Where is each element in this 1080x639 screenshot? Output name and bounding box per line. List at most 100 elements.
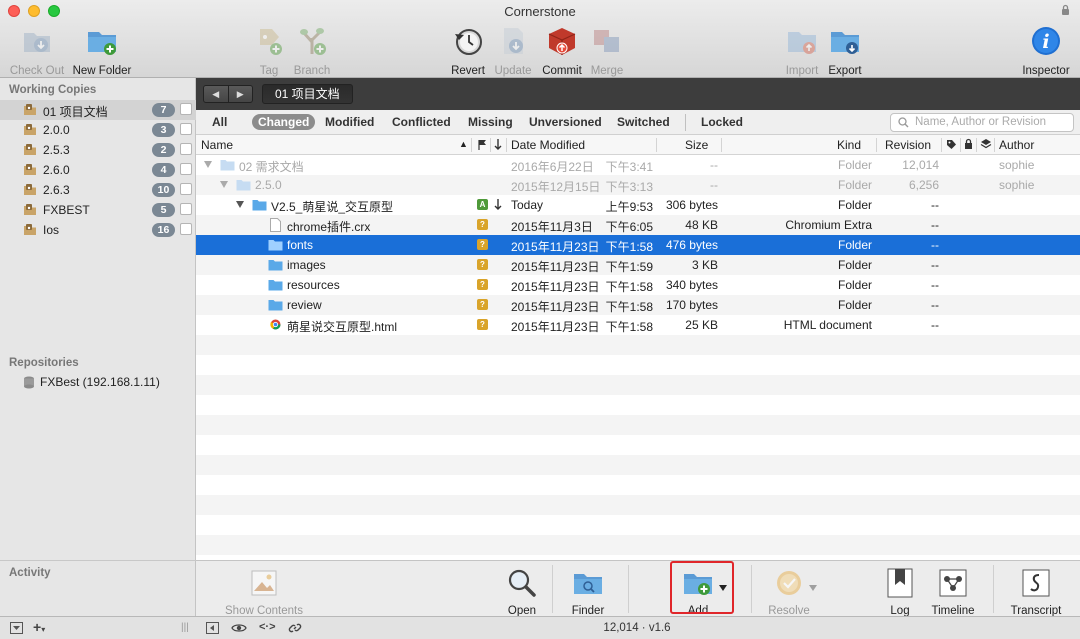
tag-button[interactable]: Tag [252, 24, 286, 77]
file-row[interactable]: review? 2015年11月23日 下午1:58 170 bytes Folder -… [196, 295, 1080, 315]
filter-conflicted[interactable]: Conflicted [392, 115, 451, 129]
update-icon [504, 28, 523, 54]
file-author: sophie [999, 178, 1035, 192]
col-author[interactable]: Author [999, 138, 1034, 152]
file-author: sophie [999, 158, 1035, 172]
export-button[interactable]: Export [825, 24, 865, 77]
file-kind: Folder [837, 258, 872, 272]
timeline-button[interactable]: Timeline [929, 567, 977, 617]
revert-button[interactable]: Revert [449, 24, 487, 77]
update-button[interactable]: Update [492, 24, 534, 77]
search-input[interactable]: Name, Author or Revision [890, 113, 1074, 132]
forward-icon[interactable]: ▶ [229, 86, 253, 102]
layers-icon[interactable] [980, 138, 992, 150]
update-status-icon[interactable] [494, 138, 502, 151]
working-copy-label: 01 项目文档 [43, 105, 108, 119]
working-copy-checkbox[interactable] [180, 223, 192, 235]
working-copy-item[interactable]: 2.5.3 2 [0, 140, 196, 160]
filter-all[interactable]: All [212, 115, 227, 129]
check-out-button[interactable]: Check Out [8, 24, 66, 77]
col-size[interactable]: Size [685, 138, 708, 152]
sort-ascending-icon[interactable]: ▲ [459, 139, 468, 149]
col-name[interactable]: Name [201, 138, 233, 152]
unversioned-status-icon: ? [477, 219, 488, 230]
disclosure-triangle-icon[interactable] [236, 201, 244, 208]
file-size: -- [710, 178, 718, 192]
show-contents-button[interactable]: Show Contents [222, 567, 306, 617]
empty-row [196, 455, 1080, 475]
working-copy-checkbox[interactable] [180, 203, 192, 215]
working-copy-item[interactable]: 2.6.0 4 [0, 160, 196, 180]
inspector-button[interactable]: i Inspector [1018, 24, 1074, 77]
disclosure-triangle-icon[interactable] [204, 161, 212, 168]
file-name: V2.5_萌星说_交互原型 [271, 200, 394, 214]
empty-row [196, 415, 1080, 435]
working-copy-item[interactable]: 2.0.0 3 [0, 120, 196, 140]
lock-column-icon[interactable] [964, 138, 973, 150]
resolve-dropdown-icon[interactable] [809, 585, 817, 591]
flag-icon[interactable] [477, 139, 487, 150]
finder-button[interactable]: Finder [566, 567, 610, 617]
working-copy-checkbox[interactable] [180, 103, 192, 115]
transcript-button[interactable]: Transcript [1008, 567, 1064, 617]
resolve-button[interactable]: Resolve [766, 567, 812, 617]
filter-switched[interactable]: Switched [617, 115, 670, 129]
database-icon [24, 376, 34, 388]
file-row[interactable]: 02 需求文档 2016年6月22日 下午3:41 -- Folder 12,014 sop… [196, 155, 1080, 175]
working-copy-checkbox[interactable] [180, 143, 192, 155]
new-folder-button[interactable]: New Folder [70, 24, 134, 77]
filter-modified[interactable]: Modified [325, 115, 374, 129]
info-icon: i [1032, 27, 1060, 55]
file-revision: 6,256 [908, 178, 939, 192]
file-time: 下午3:13 [605, 180, 653, 194]
filter-changed[interactable]: Changed [252, 114, 316, 130]
working-copy-checkbox[interactable] [180, 163, 192, 175]
col-date-modified[interactable]: Date Modified [511, 138, 585, 152]
log-button[interactable]: Log [884, 567, 916, 617]
file-row[interactable]: chrome插件.crx? 2015年11月3日 下午6:05 48 KB Chromi… [196, 215, 1080, 235]
repository-item[interactable]: FXBest (192.168.1.11) [23, 375, 160, 389]
tag-column-icon[interactable] [946, 139, 957, 150]
file-row[interactable]: 萌星说交互原型.html? 2015年11月23日 下午1:58 25 KB HTML … [196, 315, 1080, 335]
col-kind[interactable]: Kind [837, 138, 861, 152]
working-copy-item[interactable]: FXBEST 5 [0, 200, 196, 220]
revert-label: Revert [451, 65, 485, 77]
back-icon[interactable]: ◀ [204, 86, 229, 102]
file-size: 306 bytes [665, 198, 718, 212]
merge-button[interactable]: Merge [588, 24, 626, 77]
col-revision[interactable]: Revision [885, 138, 931, 152]
revert-icon [455, 29, 482, 55]
working-copy-checkbox[interactable] [180, 123, 192, 135]
sidebar: Working Copies 01 项目文档 7 2.0.0 3 2.5.3 2 2.6.0… [0, 78, 196, 616]
import-button[interactable]: Import [782, 24, 822, 77]
lock-icon[interactable] [1061, 4, 1070, 15]
branch-button[interactable]: Branch [291, 24, 333, 77]
file-row[interactable]: images? 2015年11月23日 下午1:59 3 KB Folder -- [196, 255, 1080, 275]
window-title: Cornerstone [504, 4, 576, 19]
open-button[interactable]: Open [502, 567, 542, 617]
working-copy-checkbox[interactable] [180, 183, 192, 195]
file-kind: Folder [837, 238, 872, 252]
filter-unversioned[interactable]: Unversioned [529, 115, 602, 129]
file-row[interactable]: V2.5_萌星说_交互原型 A Today 上午9:53 306 bytes Folder… [196, 195, 1080, 215]
col-sep [976, 138, 977, 152]
file-name: resources [287, 278, 340, 292]
path-crumb[interactable]: 01 项目文档 [262, 84, 353, 104]
main-panel: ◀ ▶ 01 项目文档 All Changed Modified Conflic… [196, 78, 1080, 616]
filter-locked[interactable]: Locked [701, 115, 743, 129]
action-divider [751, 565, 752, 613]
file-size: 476 bytes [665, 238, 718, 252]
commit-button[interactable]: Commit [540, 24, 584, 77]
file-kind: HTML document [783, 318, 872, 332]
working-copy-item[interactable]: Ios 16 [0, 220, 196, 240]
disclosure-triangle-icon[interactable] [220, 181, 228, 188]
file-row[interactable]: 2.5.0 2015年12月15日 下午3:13 -- Folder 6,256 sophi… [196, 175, 1080, 195]
file-row[interactable]: resources? 2015年11月23日 下午1:58 340 bytes Fold… [196, 275, 1080, 295]
file-size: 25 KB [685, 318, 718, 332]
filter-missing[interactable]: Missing [468, 115, 513, 129]
working-copy-item[interactable]: 2.6.3 10 [0, 180, 196, 200]
file-row[interactable]: fonts? 2015年11月23日 下午1:58 476 bytes Folder -- [196, 235, 1080, 255]
timeline-icon [939, 569, 967, 597]
working-copy-item[interactable]: 01 项目文档 7 [0, 100, 196, 120]
branch-label: Branch [293, 65, 331, 77]
